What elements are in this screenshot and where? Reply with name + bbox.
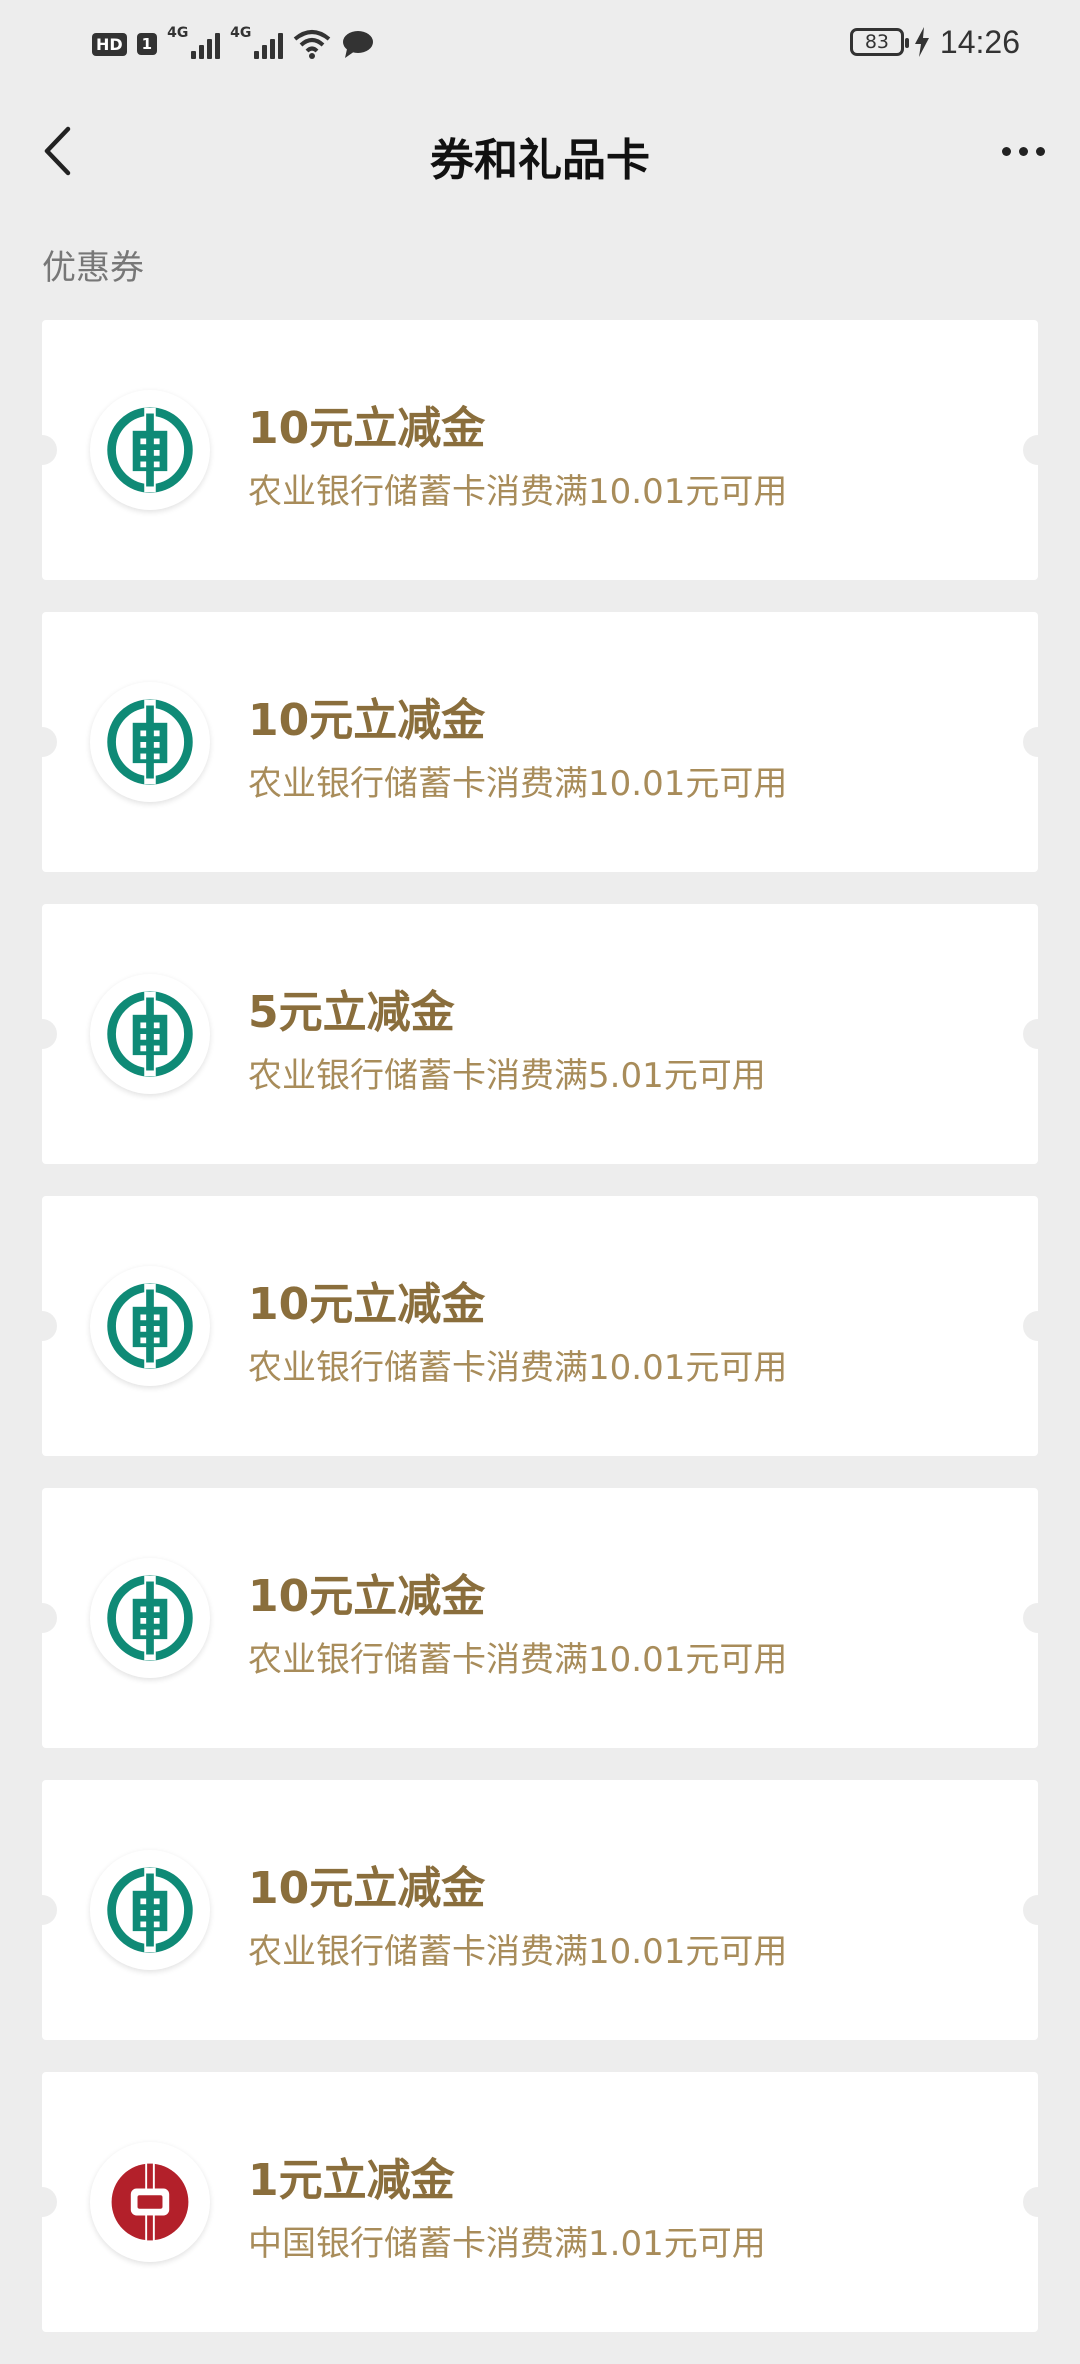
coupon-card[interactable]: 10元立减金 农业银行储蓄卡消费满10.01元可用 — [27, 1196, 1053, 1456]
section-label-coupons: 优惠券 — [42, 248, 144, 288]
coupon-card[interactable]: 10元立减金 农业银行储蓄卡消费满10.01元可用 — [27, 1488, 1053, 1748]
status-time: 14:26 — [939, 23, 1020, 60]
signal-icon: 4G — [167, 25, 221, 59]
network-type-label: 4G — [167, 25, 189, 41]
agricultural-bank-logo-icon — [90, 682, 210, 802]
coupon-card[interactable]: 10元立减金 农业银行储蓄卡消费满10.01元可用 — [27, 320, 1053, 580]
more-button[interactable] — [988, 116, 1058, 186]
coupon-description: 农业银行储蓄卡消费满10.01元可用 — [248, 472, 788, 512]
coupon-title: 10元立减金 — [248, 1863, 486, 1914]
coupon-description: 农业银行储蓄卡消费满5.01元可用 — [248, 1056, 766, 1096]
coupon-card[interactable]: 1元立减金 中国银行储蓄卡消费满1.01元可用 — [27, 2072, 1053, 2332]
coupon-title: 5元立减金 — [248, 987, 455, 1038]
chat-bubble-icon — [343, 31, 374, 58]
coupon-title: 10元立减金 — [248, 403, 486, 454]
coupon-title: 10元立减金 — [248, 1571, 486, 1622]
coupon-title: 10元立减金 — [248, 695, 486, 746]
coupon-description: 中国银行储蓄卡消费满1.01元可用 — [248, 2224, 766, 2264]
sim-icon: 1 — [136, 33, 158, 55]
more-dots-icon — [1001, 146, 1011, 156]
coupon-description: 农业银行储蓄卡消费满10.01元可用 — [248, 1640, 788, 1680]
coupon-list: 10元立减金 农业银行储蓄卡消费满10.01元可用 10元立减金 农业银行储蓄卡… — [27, 320, 1053, 2364]
battery-icon: 83 — [849, 28, 909, 56]
coupon-description: 农业银行储蓄卡消费满10.01元可用 — [248, 1932, 788, 1972]
charging-icon — [914, 27, 929, 57]
coupon-title: 1元立减金 — [248, 2155, 455, 2206]
network-type-label: 4G — [230, 25, 252, 41]
coupon-card[interactable]: 10元立减金 农业银行储蓄卡消费满10.01元可用 — [27, 612, 1053, 872]
status-left: HD 1 4G 4G — [92, 24, 375, 64]
hd-icon: HD — [92, 32, 127, 56]
coupon-description: 农业银行储蓄卡消费满10.01元可用 — [248, 764, 788, 804]
page-title: 券和礼品卡 — [430, 135, 650, 186]
signal-icon: 4G — [230, 25, 284, 59]
coupon-card[interactable]: 10元立减金 农业银行储蓄卡消费满10.01元可用 — [27, 1780, 1053, 2040]
status-right: 83 14:26 — [849, 20, 1020, 64]
agricultural-bank-logo-icon — [90, 1266, 210, 1386]
coupon-title: 10元立减金 — [248, 1279, 486, 1330]
nav-bar: 券和礼品卡 — [0, 86, 1080, 216]
status-bar: HD 1 4G 4G 83 14:26 — [0, 0, 1080, 86]
bank-of-china-logo-icon — [90, 2142, 210, 2262]
coupon-description: 农业银行储蓄卡消费满10.01元可用 — [248, 1348, 788, 1388]
agricultural-bank-logo-icon — [90, 974, 210, 1094]
agricultural-bank-logo-icon — [90, 1558, 210, 1678]
agricultural-bank-logo-icon — [90, 390, 210, 510]
agricultural-bank-logo-icon — [90, 1850, 210, 1970]
coupon-card[interactable]: 5元立减金 农业银行储蓄卡消费满5.01元可用 — [27, 904, 1053, 1164]
wifi-icon — [293, 30, 331, 59]
